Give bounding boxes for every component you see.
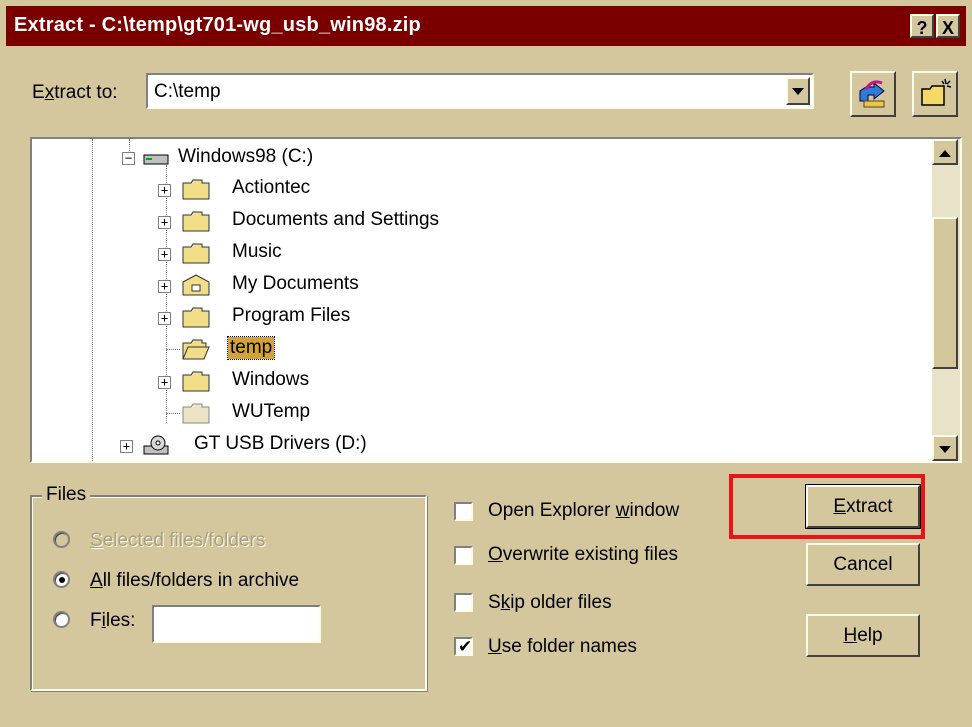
radio-all-files[interactable]: [53, 571, 70, 588]
folder-icon: [182, 211, 210, 232]
chevron-down-icon: [939, 446, 951, 453]
tree-label: Documents and Settings: [232, 209, 440, 230]
collapse-icon[interactable]: −: [122, 152, 135, 165]
scroll-down-button[interactable]: [932, 435, 958, 461]
tree-label: Music: [232, 241, 282, 262]
close-title-button[interactable]: X: [936, 14, 960, 38]
folder-icon: [182, 371, 210, 392]
radio-selected-files-label: Selected files/folders: [90, 530, 266, 551]
overwrite-checkbox[interactable]: [454, 546, 473, 565]
radio-dot: [59, 577, 65, 583]
expand-icon[interactable]: +: [158, 376, 171, 389]
tree-label: temp: [226, 336, 276, 360]
cd-drive-icon: [143, 435, 169, 455]
hard-drive-icon: [143, 154, 169, 165]
go-up-folder-button[interactable]: [850, 71, 896, 117]
radio-files-label[interactable]: Files:: [90, 610, 135, 632]
folder-icon: [182, 243, 210, 264]
files-groupbox: [30, 495, 427, 691]
open-explorer-checkbox[interactable]: [454, 502, 473, 521]
window-title: Extract - C:\temp\gt701-wg_usb_win98.zip: [14, 14, 421, 36]
extract-to-combobox[interactable]: C:\temp: [146, 73, 814, 109]
expand-icon[interactable]: +: [158, 216, 171, 229]
scroll-up-button[interactable]: [932, 139, 958, 165]
chevron-up-icon: [939, 150, 951, 157]
extract-to-value: C:\temp: [154, 81, 221, 102]
highlight-annotation: [729, 474, 925, 539]
expand-icon[interactable]: +: [120, 440, 133, 453]
expand-icon[interactable]: +: [158, 312, 171, 325]
tree-guide-line: [166, 413, 180, 414]
files-pattern-input[interactable]: [152, 605, 321, 643]
tree-guide-line: [166, 349, 180, 350]
help-button[interactable]: Help: [806, 614, 920, 657]
radio-all-files-label[interactable]: All files/folders in archive: [90, 570, 299, 592]
tree-label: Windows98 (C:): [178, 146, 314, 167]
folder-tree[interactable]: − Windows98 (C:) + Actiontec + Documents…: [30, 137, 962, 463]
checkmark-icon: ✔: [458, 637, 473, 657]
title-bar[interactable]: Extract - C:\temp\gt701-wg_usb_win98.zip…: [6, 6, 966, 46]
scroll-thumb[interactable]: [932, 217, 958, 369]
help-title-button[interactable]: ?: [910, 14, 934, 38]
tree-label: Program Files: [232, 305, 351, 326]
skip-older-label[interactable]: Skip older files: [488, 592, 612, 614]
expand-icon[interactable]: +: [158, 280, 171, 293]
radio-selected-files: [53, 531, 70, 548]
overwrite-label[interactable]: Overwrite existing files: [488, 544, 678, 566]
my-documents-folder-icon: [182, 274, 210, 296]
tree-label: Windows: [232, 369, 310, 390]
open-folder-icon: [182, 339, 210, 360]
combo-dropdown-arrow[interactable]: [786, 77, 810, 105]
files-group-title: Files: [42, 484, 91, 506]
folder-icon: [182, 307, 210, 328]
open-explorer-label[interactable]: Open Explorer window: [488, 500, 679, 522]
tree-guide-line: [92, 139, 93, 461]
tree-vertical-scrollbar[interactable]: [932, 139, 960, 461]
tree-label: GT USB Drivers (D:): [194, 433, 367, 454]
tree-label: Actiontec: [232, 177, 311, 198]
expand-icon[interactable]: +: [158, 184, 171, 197]
use-folder-names-checkbox[interactable]: ✔: [454, 637, 473, 657]
expand-icon[interactable]: +: [158, 248, 171, 261]
tree-label: My Documents: [232, 273, 359, 294]
go-up-folder-icon: [859, 80, 885, 108]
folder-icon: [182, 403, 210, 424]
new-folder-button[interactable]: [912, 71, 958, 117]
folder-icon: [182, 179, 210, 200]
extract-dialog: Extract - C:\temp\gt701-wg_usb_win98.zip…: [0, 0, 972, 727]
use-folder-names-label[interactable]: Use folder names: [488, 636, 637, 658]
extract-to-label: Extract to:: [32, 82, 118, 103]
radio-files[interactable]: [53, 611, 70, 628]
chevron-down-icon: [792, 88, 804, 95]
new-folder-icon: [921, 78, 952, 106]
tree-label: WUTemp: [232, 401, 311, 422]
cancel-button[interactable]: Cancel: [806, 543, 920, 586]
skip-older-checkbox[interactable]: [454, 593, 473, 612]
